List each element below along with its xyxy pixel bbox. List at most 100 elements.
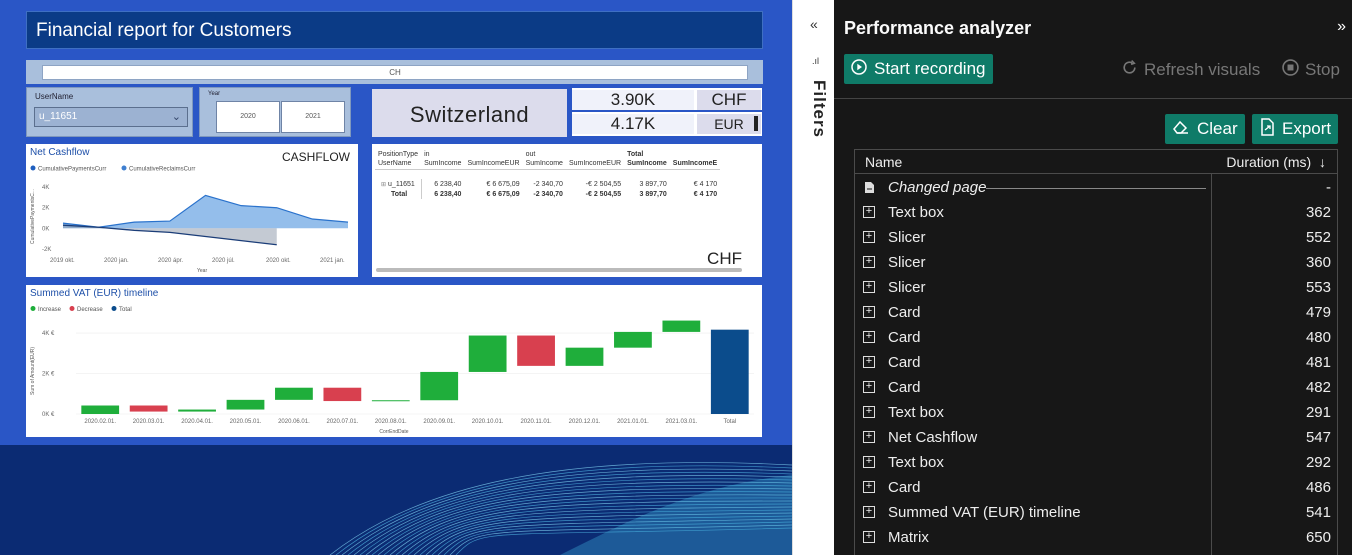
country-card[interactable]: Switzerland <box>372 89 567 137</box>
expand-icon[interactable]: + <box>863 381 875 393</box>
event-row-changed-page[interactable]: Changed page - <box>855 176 1337 201</box>
event-row[interactable]: + Card 481 <box>855 351 1337 376</box>
event-row[interactable]: + Text box 362 <box>855 201 1337 226</box>
event-row[interactable]: + Card 482 <box>855 376 1337 401</box>
y-tick-label: 2K € <box>42 372 55 378</box>
event-row[interactable]: + Slicer 552 <box>855 226 1337 251</box>
event-row[interactable]: + Card 480 <box>855 326 1337 351</box>
clear-button[interactable]: Clear <box>1165 114 1245 144</box>
country-slicer[interactable]: CH <box>26 60 763 84</box>
matrix-header: SumIncome <box>627 160 667 168</box>
matrix-cell: 3 897,70 <box>639 190 667 198</box>
expand-icon[interactable]: + <box>863 231 875 243</box>
event-row[interactable]: + Matrix 650 <box>855 526 1337 551</box>
matrix-cell: 6 238,40 <box>420 179 465 189</box>
x-tick-label: 2020 okt. <box>266 258 291 264</box>
event-row[interactable]: + Net Cashflow 547 <box>855 426 1337 451</box>
performance-events-table: Name Duration (ms) ↓ Changed page - + Tex… <box>854 149 1338 555</box>
matrix-visual[interactable]: PositionType in out Total UserName SumIn… <box>372 144 762 277</box>
year-slicer[interactable]: Year 2020 2021 <box>199 87 351 137</box>
expand-icon[interactable]: + <box>863 431 875 443</box>
matrix-header: PositionType <box>378 150 419 158</box>
expand-icon[interactable]: + <box>863 456 875 468</box>
event-duration: 479 <box>1305 304 1331 321</box>
amount-card-chf[interactable]: 3.90K CHF <box>572 88 762 110</box>
event-row[interactable]: + Card 486 <box>855 476 1337 501</box>
amount-card-eur[interactable]: 4.17K EUR <box>572 112 762 136</box>
waterfall-bar <box>371 400 410 402</box>
event-row[interactable]: + Summed VAT (EUR) timeline 541 <box>855 501 1337 526</box>
y-tick-label: 4K <box>42 185 49 191</box>
username-dropdown[interactable]: u_11651 ⌄ <box>34 107 188 127</box>
filters-pane[interactable]: « .ıl Filters <box>792 0 834 555</box>
country-card-value: Switzerland <box>409 102 530 127</box>
amount-card-chf-value: 3.90K <box>572 90 694 110</box>
event-name: Slicer <box>888 254 926 271</box>
refresh-visuals-label: Refresh visuals <box>1144 60 1261 79</box>
waterfall-bar <box>468 335 507 372</box>
matrix-row[interactable]: ⊞ u_11651 6 238,40 € 6 675,09 -2 340,70 -… <box>375 179 720 189</box>
event-duration: - <box>1326 179 1331 196</box>
summed-vat-visual[interactable]: Summed VAT (EUR) timeline Increase Decrea… <box>26 285 762 437</box>
net-cashflow-visual[interactable]: Net Cashflow CASHFLOW CumulativePayments… <box>26 144 358 277</box>
expand-pane-icon[interactable]: » <box>1337 18 1346 36</box>
start-recording-button[interactable]: Start recording <box>844 54 993 84</box>
amount-card-chf-currency: CHF <box>697 90 761 110</box>
event-duration: 360 <box>1305 254 1331 271</box>
expand-icon[interactable]: + <box>863 481 875 493</box>
event-duration: 553 <box>1305 279 1331 296</box>
filters-label[interactable]: Filters <box>799 80 829 138</box>
stop-label: Stop <box>1305 60 1340 79</box>
event-row[interactable]: + Text box 291 <box>855 401 1337 426</box>
expand-icon[interactable]: + <box>863 331 875 343</box>
event-row[interactable]: + Slicer 360 <box>855 251 1337 276</box>
event-row[interactable]: + Card 479 <box>855 301 1337 326</box>
expand-icon[interactable]: + <box>863 206 875 218</box>
expand-icon[interactable]: + <box>863 281 875 293</box>
event-row[interactable]: + Slicer 553 <box>855 276 1337 301</box>
column-header-name[interactable]: Name <box>865 154 902 170</box>
events-table-header: Name Duration (ms) ↓ <box>855 150 1337 174</box>
expand-icon[interactable]: + <box>863 506 875 518</box>
expand-icon[interactable]: + <box>863 406 875 418</box>
stop-button[interactable]: Stop <box>1282 59 1340 81</box>
year-option-2020[interactable]: 2020 <box>216 101 280 133</box>
matrix-cell: ⊞ u_11651 <box>381 180 415 188</box>
text-cursor <box>754 116 758 131</box>
expand-icon[interactable]: + <box>863 531 875 543</box>
event-name: Text box <box>888 404 944 421</box>
matrix-header <box>464 149 522 159</box>
legend-dot <box>30 306 36 311</box>
refresh-visuals-button[interactable]: Refresh visuals <box>1121 59 1260 81</box>
x-tick-label: 2020.07.01. <box>327 419 359 425</box>
expand-icon[interactable]: ⊞ <box>381 182 386 188</box>
expand-icon[interactable]: + <box>863 356 875 368</box>
event-name: Summed VAT (EUR) timeline <box>888 504 1081 521</box>
event-name: Text box <box>888 204 944 221</box>
expand-icon[interactable]: + <box>863 306 875 318</box>
x-tick-label: 2021.01.01. <box>617 419 649 425</box>
legend-label: Decrease <box>77 307 103 313</box>
matrix-horizontal-scrollbar[interactable] <box>376 268 742 272</box>
waterfall-bar <box>226 399 265 410</box>
event-name: Changed page <box>888 179 987 196</box>
chevron-down-icon: ⌄ <box>171 111 181 123</box>
event-duration: 547 <box>1305 429 1331 446</box>
country-slicer-value[interactable]: CH <box>42 65 748 80</box>
expand-icon[interactable]: + <box>863 256 875 268</box>
event-name: Slicer <box>888 279 926 296</box>
waterfall-bar <box>129 405 168 412</box>
event-row[interactable]: + Text box 292 <box>855 451 1337 476</box>
matrix-header <box>670 149 720 159</box>
export-button[interactable]: Export <box>1252 114 1339 144</box>
collapse-icon[interactable]: « <box>810 16 818 32</box>
column-header-duration[interactable]: Duration (ms) ↓ <box>1226 154 1326 170</box>
year-option-2021[interactable]: 2021 <box>281 101 345 133</box>
event-name: Card <box>888 379 921 396</box>
export-label: Export <box>1282 119 1332 138</box>
performance-analyzer-pane: Performance analyzer » Start recording R… <box>834 0 1352 555</box>
report-title-box[interactable]: Financial report for Customers <box>26 11 763 49</box>
background-art <box>0 445 792 555</box>
clear-label: Clear <box>1197 119 1238 138</box>
username-slicer[interactable]: UserName u_11651 ⌄ <box>26 87 193 137</box>
